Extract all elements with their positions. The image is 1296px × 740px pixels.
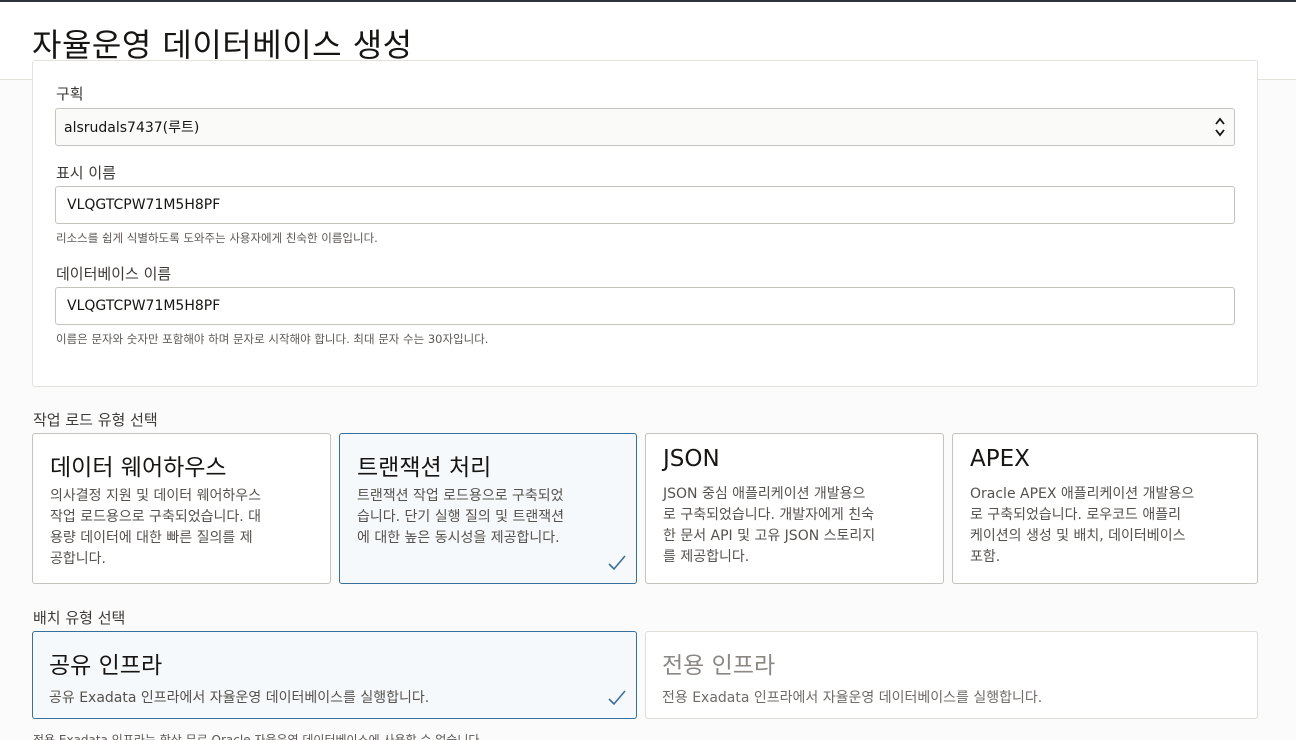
workload-section-label: 작업 로드 유형 선택: [33, 411, 158, 429]
deployment-card-shared[interactable]: 공유 인프라 공유 Exadata 인프라에서 자율운영 데이터베이스를 실행합…: [32, 631, 637, 719]
workload-card-data-warehouse[interactable]: 데이터 웨어하우스 의사결정 지원 및 데이터 웨어하우스 작업 로드용으로 구…: [32, 433, 331, 584]
workload-card-json[interactable]: JSON JSON 중심 애플리케이션 개발용으 로 구축되었습니다. 개발자에…: [645, 433, 944, 584]
database-name-input[interactable]: [55, 287, 1235, 325]
deployment-card-title: 전용 인프라: [662, 653, 776, 679]
compartment-label: 구획: [56, 85, 84, 103]
checkmark-icon: [608, 555, 626, 571]
chevron-up-down-icon: [1215, 117, 1225, 137]
deployment-hint: 전용 Exadata 인프라는 항상 무료 Oracle 자율운영 데이터베이스…: [33, 733, 484, 740]
workload-card-desc: 트랜잭션 작업 로드용으로 구축되었 습니다. 단기 실행 질의 및 트랜잭션 …: [357, 488, 565, 546]
workload-card-desc: JSON 중심 애플리케이션 개발용으 로 구축되었습니다. 개발자에게 친숙 …: [663, 486, 876, 565]
deployment-card-desc: 공유 Exadata 인프라에서 자율운영 데이터베이스를 실행합니다.: [49, 690, 430, 706]
workload-card-transaction-processing[interactable]: 트랜잭션 처리 트랜잭션 작업 로드용으로 구축되었 습니다. 단기 실행 질의…: [339, 433, 637, 584]
compartment-select[interactable]: alsrudals7437(루트): [55, 108, 1235, 146]
workload-card-desc: Oracle APEX 애플리케이션 개발용으 로 구축되었습니다. 로우코드 …: [970, 486, 1195, 565]
database-name-label: 데이터베이스 이름: [56, 265, 172, 283]
workload-card-apex[interactable]: APEX Oracle APEX 애플리케이션 개발용으 로 구축되었습니다. …: [952, 433, 1258, 584]
compartment-select-value: alsrudals7437(루트): [64, 120, 200, 136]
display-name-label: 표시 이름: [56, 164, 116, 182]
checkmark-icon: [608, 690, 626, 706]
workload-card-title: 트랜잭션 처리: [357, 455, 492, 481]
workload-card-desc: 의사결정 지원 및 데이터 웨어하우스 작업 로드용으로 구축되었습니다. 대 …: [50, 488, 261, 567]
workload-card-title: 데이터 웨어하우스: [50, 455, 227, 481]
database-name-hint: 이름은 문자와 숫자만 포함해야 하며 문자로 시작해야 합니다. 최대 문자 …: [56, 332, 489, 346]
display-name-hint: 리소스를 쉽게 식별하도록 도와주는 사용자에게 친숙한 이름입니다.: [56, 231, 378, 245]
deployment-section-label: 배치 유형 선택: [33, 609, 126, 627]
deployment-card-title: 공유 인프라: [49, 653, 163, 679]
workload-card-title: JSON: [663, 446, 720, 472]
deployment-card-dedicated[interactable]: 전용 인프라 전용 Exadata 인프라에서 자율운영 데이터베이스를 실행합…: [645, 631, 1258, 719]
display-name-input[interactable]: [55, 186, 1235, 224]
deployment-card-desc: 전용 Exadata 인프라에서 자율운영 데이터베이스를 실행합니다.: [662, 690, 1043, 706]
workload-card-title: APEX: [970, 446, 1030, 472]
